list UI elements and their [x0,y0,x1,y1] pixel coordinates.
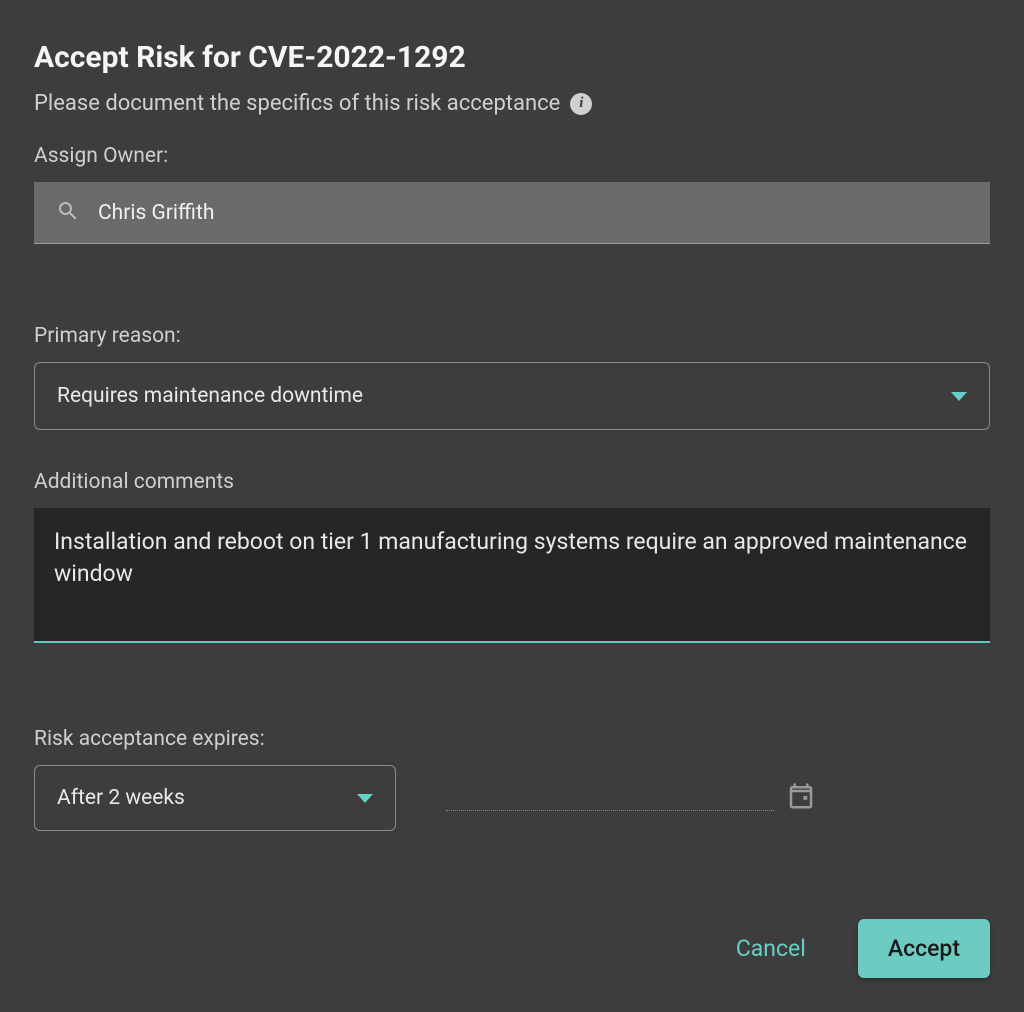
expires-label: Risk acceptance expires: [34,727,990,751]
accept-risk-dialog: Accept Risk for CVE-2022-1292 Please doc… [0,0,1024,1012]
primary-reason-select[interactable]: Requires maintenance downtime [34,362,990,430]
dialog-subtitle: Please document the specifics of this ri… [34,91,560,116]
chevron-down-icon [951,392,967,401]
expires-date-field[interactable] [446,781,816,815]
search-icon [56,199,80,227]
expires-select[interactable]: After 2 weeks [34,765,396,831]
owner-label: Assign Owner: [34,144,990,168]
accept-button[interactable]: Accept [858,919,990,978]
date-underline [446,810,774,811]
comments-textarea[interactable] [34,508,990,643]
dialog-subtitle-row: Please document the specifics of this ri… [34,91,990,116]
info-icon[interactable]: i [570,93,592,115]
cancel-button[interactable]: Cancel [728,925,814,972]
owner-search-field[interactable] [34,182,990,244]
chevron-down-icon [357,794,373,803]
comments-label: Additional comments [34,470,990,494]
dialog-title: Accept Risk for CVE-2022-1292 [34,40,990,75]
primary-reason-value: Requires maintenance downtime [57,384,363,408]
owner-input[interactable] [98,201,968,225]
calendar-icon[interactable] [786,781,816,815]
expires-value: After 2 weeks [57,786,185,810]
reason-label: Primary reason: [34,324,990,348]
dialog-actions: Cancel Accept [728,919,990,978]
